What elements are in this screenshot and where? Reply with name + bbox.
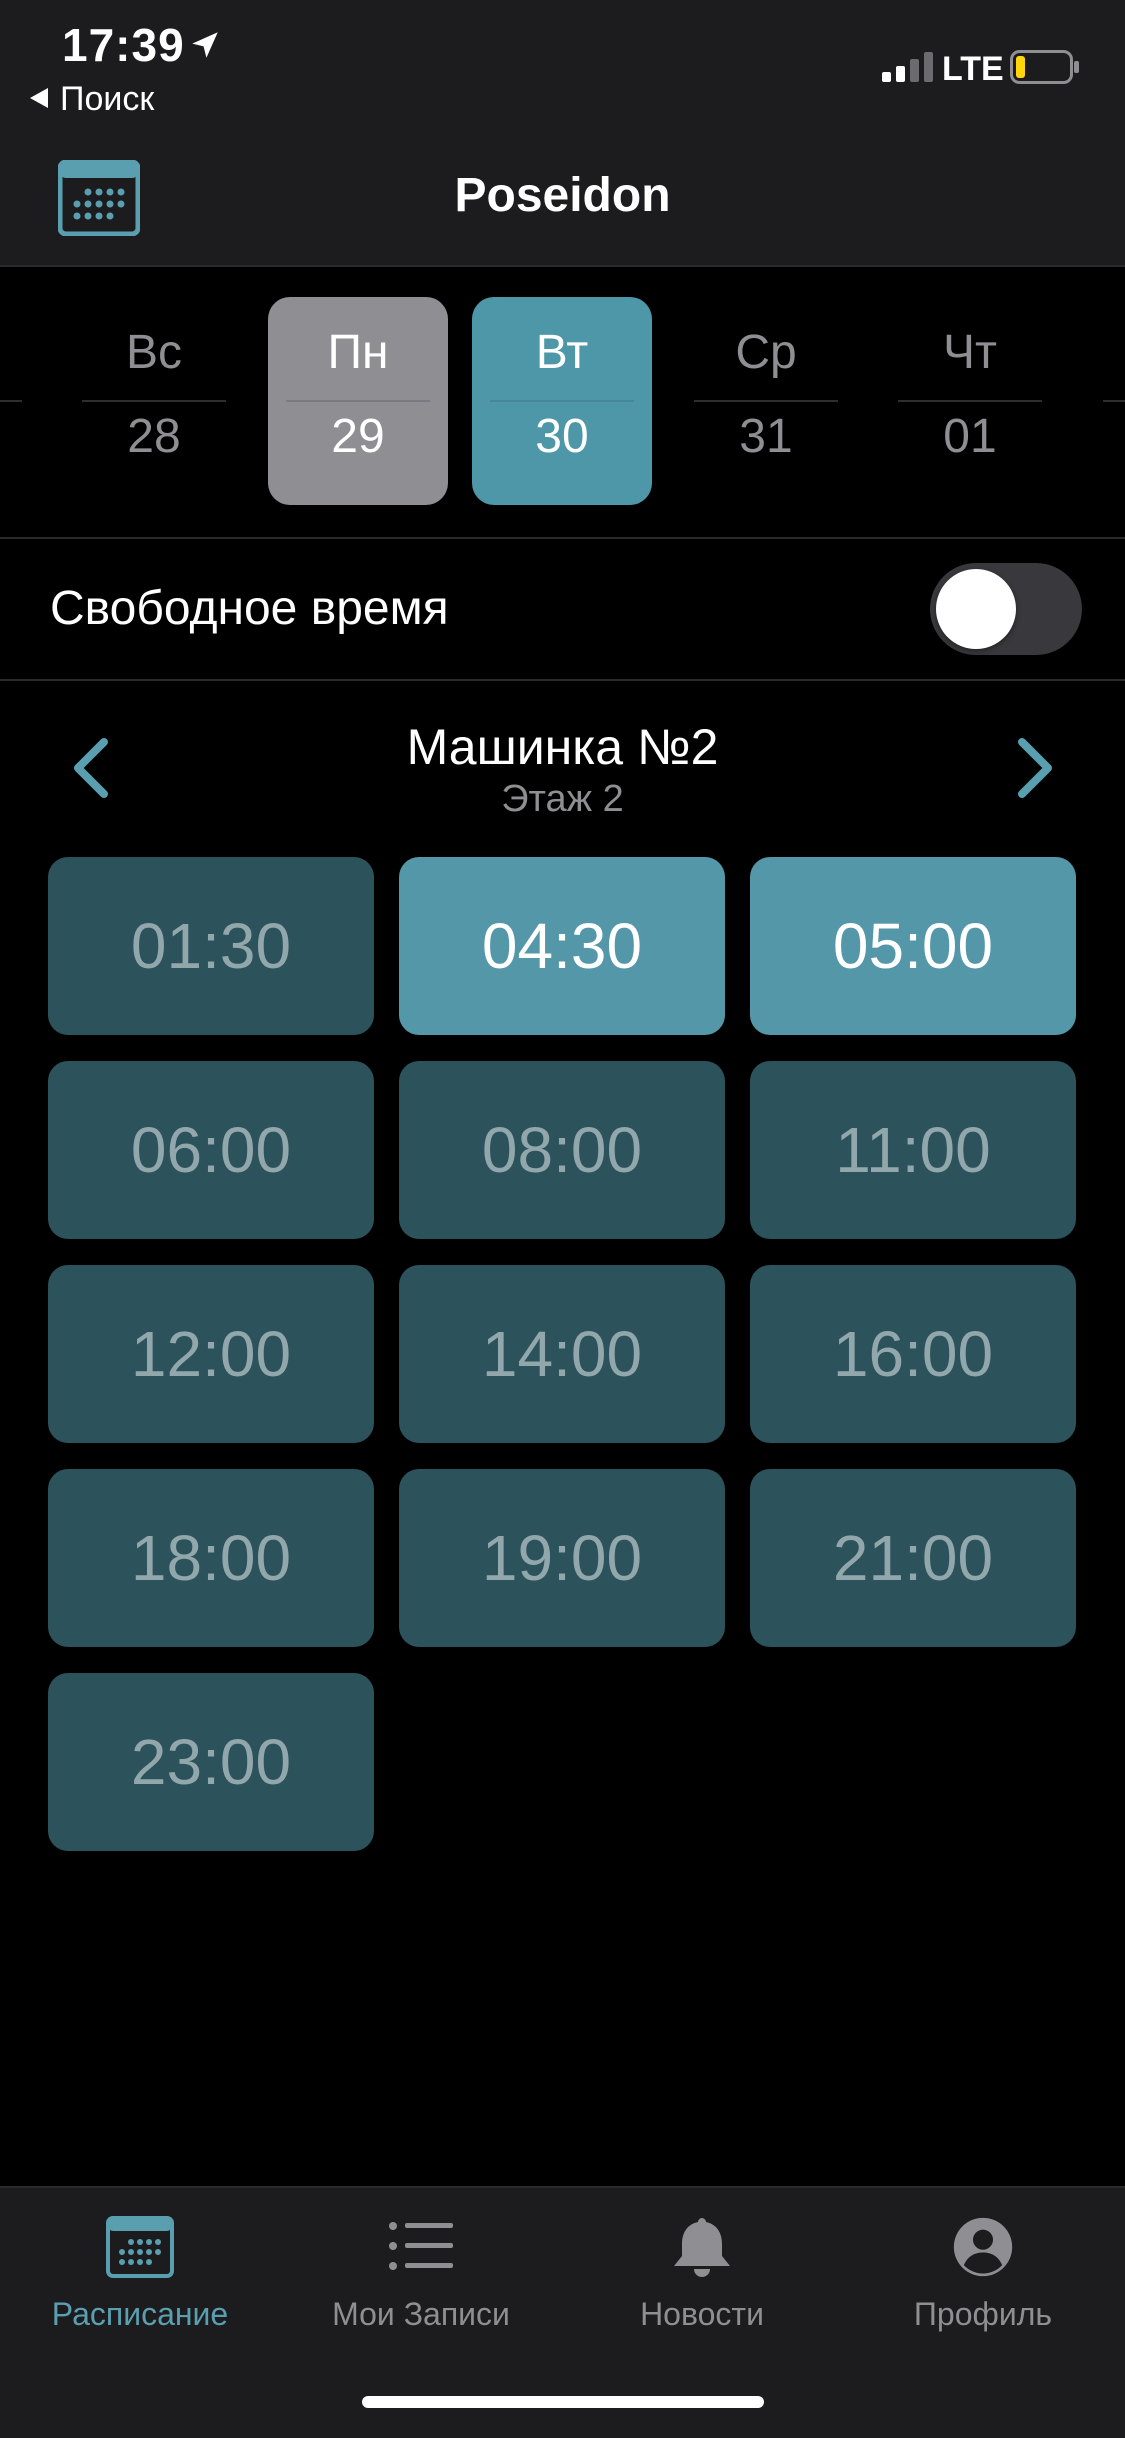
chevron-right-icon[interactable] (1010, 736, 1058, 800)
time-slot[interactable]: 18:00 (48, 1469, 374, 1647)
divider (898, 400, 1042, 402)
back-triangle-icon (30, 88, 48, 109)
network-type: LTE (942, 50, 1004, 88)
divider (0, 400, 22, 402)
home-indicator[interactable] (362, 2396, 764, 2408)
day-date: 28 (127, 410, 181, 463)
divider (490, 400, 634, 402)
calendar-icon (106, 2216, 174, 2278)
time-slot[interactable]: 23:00 (48, 1673, 374, 1851)
divider (1103, 400, 1125, 402)
machine-title: Машинка №2 (406, 719, 719, 775)
day-tue[interactable]: Вт 30 (472, 297, 652, 505)
day-selector: Вс 28 Пн 29 Вт 30 Ср 31 Чт 01 (0, 267, 1125, 539)
day-date: 01 (943, 410, 997, 463)
tab-profile[interactable]: Профиль (843, 2216, 1123, 2333)
free-time-toggle[interactable] (930, 563, 1082, 655)
tab-label: Мои Записи (332, 2296, 510, 2332)
time-slot[interactable]: 19:00 (399, 1469, 725, 1647)
day-mon[interactable]: Пн 29 (268, 297, 448, 505)
day-name: Чт (943, 326, 997, 379)
machine-floor: Этаж 2 (501, 778, 624, 820)
day-sun[interactable]: Вс 28 (64, 297, 244, 505)
divider (694, 400, 838, 402)
bell-icon (674, 2218, 730, 2277)
tab-schedule[interactable]: Расписание (0, 2216, 280, 2333)
day-date: 30 (535, 410, 589, 463)
tab-label: Расписание (51, 2296, 229, 2332)
time-slot[interactable]: 05:00 (750, 857, 1076, 1035)
day-date: 31 (739, 410, 793, 463)
tab-news[interactable]: Новости (562, 2216, 842, 2333)
tab-label: Новости (640, 2296, 764, 2332)
time-slot[interactable]: 14:00 (399, 1265, 725, 1443)
battery-icon (1010, 50, 1079, 84)
signal-icon (882, 52, 933, 82)
time-slot[interactable]: 04:30 (399, 857, 725, 1035)
day-name: Пн (327, 326, 389, 379)
day-thu[interactable]: Чт 01 (880, 297, 1060, 505)
location-arrow-icon (192, 32, 218, 58)
time-slot[interactable]: 16:00 (750, 1265, 1076, 1443)
page-title: Poseidon (454, 169, 671, 222)
time-slot[interactable]: 06:00 (48, 1061, 374, 1239)
day-name: Ср (735, 326, 797, 379)
free-time-row: Свободное время (0, 539, 1125, 681)
time-slot[interactable]: 12:00 (48, 1265, 374, 1443)
day-name: Вт (535, 326, 589, 379)
profile-icon (953, 2217, 1013, 2277)
tab-my-bookings[interactable]: Мои Записи (281, 2216, 561, 2333)
back-to-search[interactable]: Поиск (30, 80, 154, 119)
day-name: Вс (125, 326, 182, 379)
divider (286, 400, 430, 402)
day-date: 29 (331, 410, 385, 463)
time-slot[interactable]: 11:00 (750, 1061, 1076, 1239)
time-slot[interactable]: 01:30 (48, 857, 374, 1035)
toggle-knob (936, 569, 1016, 649)
top-bar: 17:39 Поиск LTE Poseidon (0, 0, 1125, 267)
time-slot[interactable]: 08:00 (399, 1061, 725, 1239)
free-time-label: Свободное время (50, 582, 449, 635)
tab-label: Профиль (913, 2296, 1053, 2332)
back-label: Поиск (60, 80, 155, 118)
status-time: 17:39 (62, 19, 185, 71)
divider (82, 400, 226, 402)
time-slot[interactable]: 21:00 (750, 1469, 1076, 1647)
day-wed[interactable]: Ср 31 (676, 297, 856, 505)
list-icon (389, 2222, 453, 2270)
